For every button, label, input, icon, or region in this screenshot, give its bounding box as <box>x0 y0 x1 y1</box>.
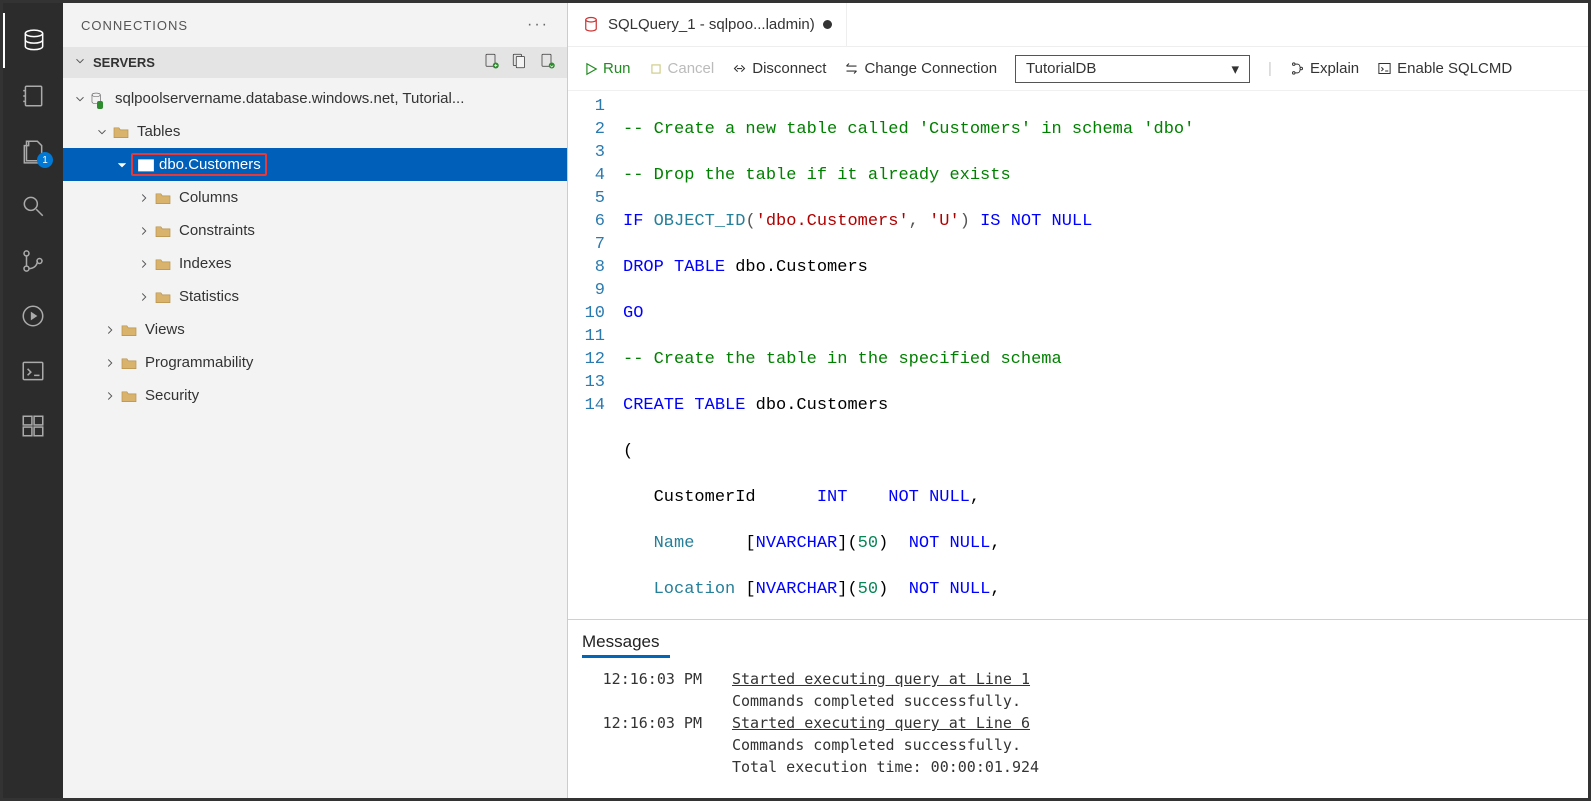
explorer-badge: 1 <box>37 152 53 168</box>
query-toolbar: Run Cancel Disconnect Change Connection … <box>568 47 1588 91</box>
message-timestamp: 12:16:03 PM <box>582 712 702 778</box>
code-editor[interactable]: 1234567891011121314 -- Create a new tabl… <box>568 91 1588 619</box>
message-timestamp: 12:16:03 PM <box>582 668 702 712</box>
tree-statistics-node[interactable]: Statistics <box>63 280 567 313</box>
activity-connections-icon[interactable] <box>3 13 63 68</box>
messages-panel: Messages 12:16:03 PM Started executing q… <box>568 619 1588 798</box>
activity-sourcecontrol-icon[interactable] <box>3 233 63 288</box>
refresh-icon[interactable] <box>539 52 557 73</box>
enable-sqlcmd-button[interactable]: Enable SQLCMD <box>1377 60 1512 77</box>
explain-button[interactable]: Explain <box>1290 60 1359 77</box>
cancel-button[interactable]: Cancel <box>649 60 715 77</box>
activity-bar: 1 <box>3 3 63 798</box>
server-tree: sqlpoolservername.database.windows.net, … <box>63 78 567 798</box>
tree-columns-node[interactable]: Columns <box>63 181 567 214</box>
tree-tables-node[interactable]: Tables <box>63 115 567 148</box>
tree-dbo-customers-node[interactable]: dbo.Customers <box>63 148 567 181</box>
tab-sqlquery1[interactable]: SQLQuery_1 - sqlpoo...ladmin) <box>568 3 847 46</box>
tree-views-node[interactable]: Views <box>63 313 567 346</box>
message-text: Started executing query at Line 6 Comman… <box>732 712 1574 778</box>
database-select[interactable]: TutorialDB ▾ <box>1015 55 1250 83</box>
servers-header[interactable]: SERVERS <box>63 47 567 78</box>
activity-explorer-icon[interactable]: 1 <box>3 123 63 178</box>
message-text: Started executing query at Line 1 Comman… <box>732 668 1574 712</box>
activity-terminal-icon[interactable] <box>3 343 63 398</box>
activity-notebook-icon[interactable] <box>3 68 63 123</box>
new-group-icon[interactable] <box>511 52 529 73</box>
panel-more-icon[interactable]: ··· <box>527 16 549 34</box>
disconnect-button[interactable]: Disconnect <box>732 60 826 77</box>
change-connection-button[interactable]: Change Connection <box>844 60 997 77</box>
messages-tab[interactable]: Messages <box>582 628 1574 655</box>
tree-security-node[interactable]: Security <box>63 379 567 412</box>
activity-search-icon[interactable] <box>3 178 63 233</box>
code-content[interactable]: -- Create a new table called 'Customers'… <box>623 91 1194 619</box>
tree-constraints-node[interactable]: Constraints <box>63 214 567 247</box>
connections-panel: CONNECTIONS ··· SERVERS sqlpoolservernam… <box>63 3 568 798</box>
activity-extensions-icon[interactable] <box>3 398 63 453</box>
tree-server-node[interactable]: sqlpoolservername.database.windows.net, … <box>63 82 567 115</box>
new-connection-icon[interactable] <box>483 52 501 73</box>
chevron-down-icon: ▾ <box>1232 60 1240 78</box>
run-button[interactable]: Run <box>584 60 631 77</box>
editor-tabs: SQLQuery_1 - sqlpoo...ladmin) <box>568 3 1588 47</box>
activity-debug-icon[interactable] <box>3 288 63 343</box>
tree-indexes-node[interactable]: Indexes <box>63 247 567 280</box>
panel-title: CONNECTIONS <box>81 18 188 33</box>
line-numbers: 1234567891011121314 <box>568 91 623 619</box>
editor-area: SQLQuery_1 - sqlpoo...ladmin) Run Cancel… <box>568 3 1588 798</box>
dirty-indicator-icon <box>823 20 832 29</box>
tree-programmability-node[interactable]: Programmability <box>63 346 567 379</box>
